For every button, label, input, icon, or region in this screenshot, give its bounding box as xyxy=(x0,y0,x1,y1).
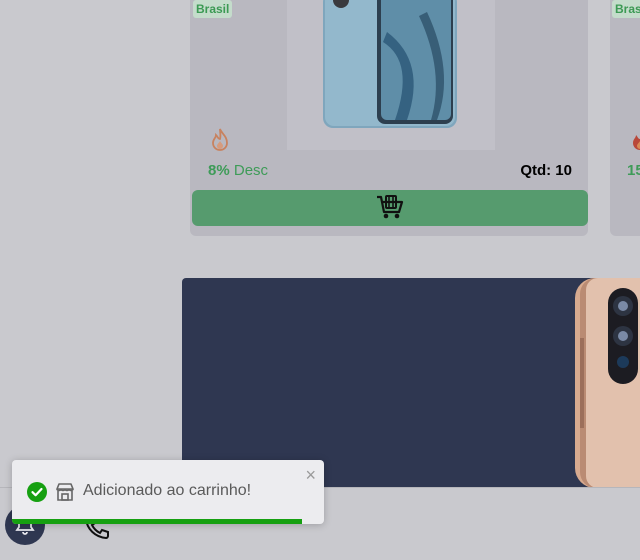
product-card: Brasil 8% Desc Qtd: 10 xyxy=(190,0,588,236)
fire-icon xyxy=(628,127,640,158)
country-badge: Brasil xyxy=(612,0,640,18)
quantity-text: Qtd: 10 xyxy=(520,162,572,179)
store-icon xyxy=(55,482,75,507)
discount-value: 15 xyxy=(627,162,640,179)
country-badge: Brasil xyxy=(193,0,233,18)
product-card: Brasil 15 xyxy=(610,0,640,236)
promo-banner[interactable] xyxy=(182,278,640,488)
discount-value: 8% xyxy=(208,162,230,179)
cart-add-icon xyxy=(376,194,404,223)
product-image[interactable] xyxy=(287,0,495,150)
add-to-cart-button[interactable] xyxy=(192,190,588,226)
toast-progress-bar xyxy=(12,519,303,524)
success-check-icon xyxy=(27,482,47,507)
toast-notification: Adicionado ao carrinho! × xyxy=(12,460,324,524)
close-icon[interactable]: × xyxy=(305,466,316,484)
discount-text: 15 xyxy=(627,162,640,179)
discount-label: Desc xyxy=(233,162,269,179)
fire-icon xyxy=(208,127,232,158)
discount-text: 8% Desc xyxy=(208,162,268,179)
toast-message: Adicionado ao carrinho! xyxy=(83,482,252,499)
